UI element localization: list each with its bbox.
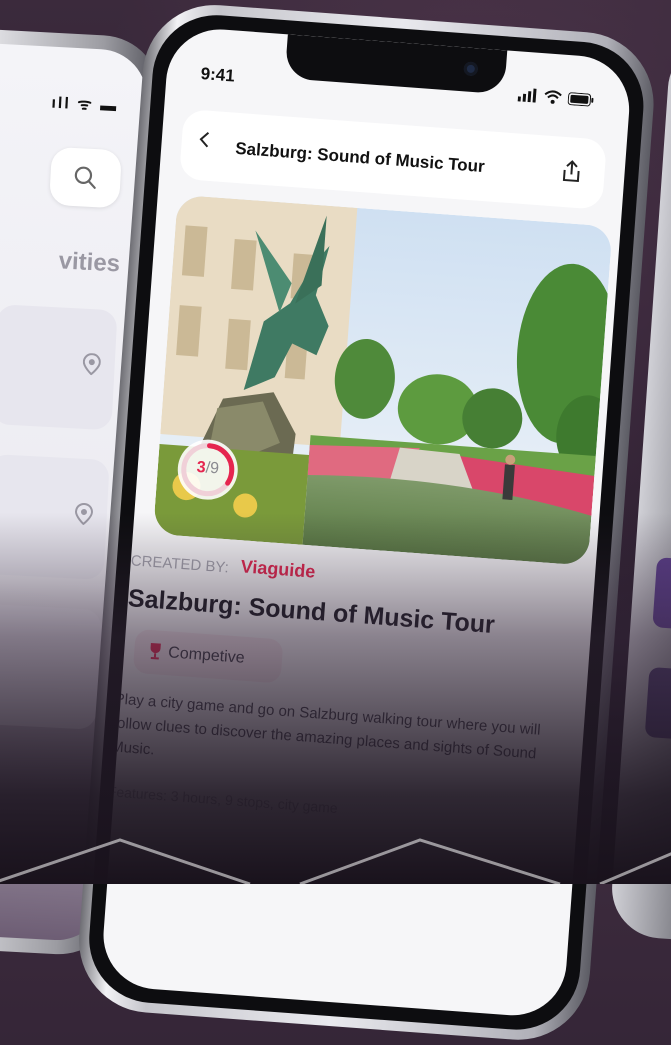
wifi-icon	[544, 90, 562, 104]
left-activity-card[interactable]	[0, 603, 102, 730]
tour-navbar: Salzburg: Sound of Music Tour	[178, 108, 607, 210]
left-status-icons: ıll ᯤ ▬	[51, 94, 119, 116]
main-phone: 9:41 Salzburg: Sound of Music Tour 3/9 C…	[74, 0, 659, 1045]
created-by-label: CREATED BY:	[130, 552, 230, 577]
battery-icon	[567, 92, 594, 107]
left-activity-card[interactable]	[0, 453, 110, 581]
search-icon	[74, 166, 96, 189]
right-phone-tile[interactable]	[644, 666, 671, 740]
right-phone-tile[interactable]	[652, 557, 671, 630]
location-pin-icon	[82, 353, 101, 376]
mirabell-gardens-photo	[152, 194, 613, 566]
trophy-icon	[150, 642, 161, 660]
notch	[284, 34, 508, 95]
phone-screen: 9:41 Salzburg: Sound of Music Tour 3/9 C…	[99, 25, 633, 1020]
status-time: 9:41	[200, 64, 236, 86]
left-activity-card[interactable]	[0, 304, 118, 431]
nav-title: Salzburg: Sound of Music Tour	[234, 138, 486, 177]
signal-icon	[517, 88, 537, 103]
tour-description-more: Features: 3 hours, 9 stops, city game	[107, 783, 339, 817]
back-button[interactable]	[197, 130, 211, 154]
creator-link[interactable]: Viaguide	[240, 556, 316, 582]
share-icon	[562, 160, 580, 183]
progress-total: 9	[209, 459, 220, 478]
camera-icon	[463, 61, 479, 77]
tag-label: Competive	[167, 644, 246, 667]
progress-ring: 3/9	[175, 437, 240, 502]
phone-bezel: 9:41 Salzburg: Sound of Music Tour 3/9 C…	[84, 10, 648, 1035]
chevron-left-icon	[199, 132, 210, 148]
status-icons	[517, 87, 595, 107]
hero-image: 3/9	[152, 194, 613, 566]
share-button[interactable]	[559, 159, 583, 190]
tour-description: Play a city game and go on Salzburg walk…	[110, 690, 542, 763]
left-section-title: vities	[58, 247, 121, 278]
category-tag: Competive	[132, 628, 284, 684]
left-search-button[interactable]	[49, 146, 122, 209]
location-pin-icon	[74, 502, 93, 526]
